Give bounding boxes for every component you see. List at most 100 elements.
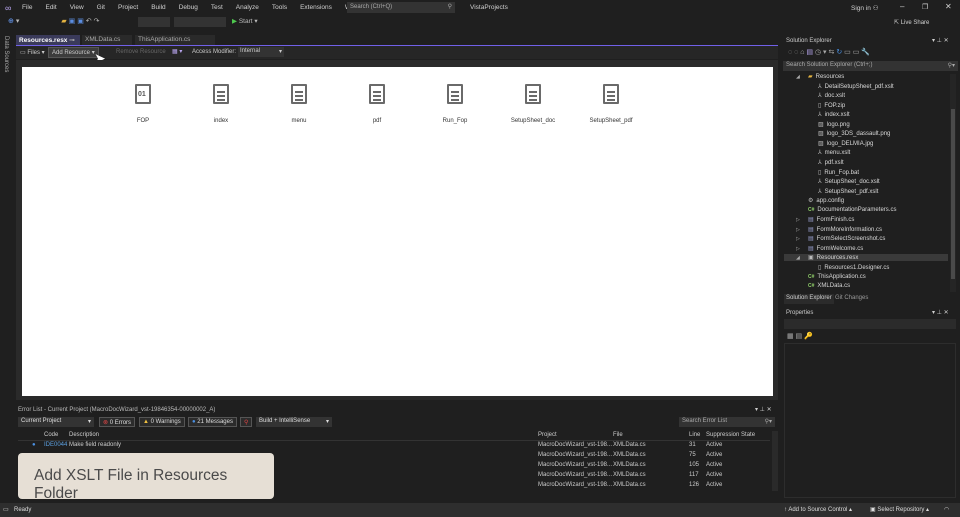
- column-code[interactable]: Code: [44, 432, 58, 438]
- resource-item[interactable]: SetupSheet_pdf: [581, 84, 641, 124]
- live-share-button[interactable]: ⇱ Live Share: [894, 19, 929, 26]
- collapse-arrow-icon[interactable]: ◢: [796, 255, 808, 261]
- select-repository-button[interactable]: ▣ Select Repository ▴: [870, 506, 929, 513]
- tree-item[interactable]: ⅄ pdf.xslt: [806, 159, 844, 166]
- error-code[interactable]: IDE0044: [44, 442, 67, 448]
- menu-project[interactable]: Project: [118, 4, 138, 11]
- tree-item[interactable]: ▷ ▤ FormMoreInformation.cs: [796, 226, 882, 233]
- scope-dropdown[interactable]: Current Project ▾: [18, 417, 94, 427]
- open-icon[interactable]: ▰: [61, 18, 66, 25]
- column-suppression[interactable]: Suppression State: [706, 432, 755, 438]
- expand-arrow-icon[interactable]: ▷: [796, 236, 808, 242]
- tab-thisapplication-cs[interactable]: ThisApplication.cs: [135, 35, 215, 45]
- column-line[interactable]: Line: [689, 432, 700, 438]
- error-list-scrollbar[interactable]: [772, 431, 778, 491]
- expand-arrow-icon[interactable]: ▷: [796, 217, 808, 223]
- solution-search-input[interactable]: Search Solution Explorer (Ctrl+;) ⚲▾: [783, 61, 958, 71]
- errors-filter-button[interactable]: ⊗ 0 Errors: [99, 417, 136, 427]
- properties-toolbar[interactable]: ▦ ▤ 🔑: [787, 332, 813, 340]
- menu-extensions[interactable]: Extensions: [300, 4, 332, 11]
- column-project[interactable]: Project: [538, 432, 557, 438]
- tab-git-changes[interactable]: Git Changes: [835, 295, 868, 301]
- tree-item[interactable]: ▷ ▤ FormWelcome.cs: [796, 245, 863, 252]
- column-description[interactable]: Description: [69, 432, 99, 438]
- tree-item[interactable]: ◢ ▰ Resources: [796, 73, 844, 80]
- build-filter-dropdown[interactable]: Build + IntelliSense ▾: [256, 417, 332, 427]
- config-dropdown[interactable]: [138, 17, 170, 27]
- tree-item[interactable]: ⅄ SetupSheet_doc.xslt: [806, 178, 880, 185]
- error-list-controls[interactable]: ▾ ⊥ ✕: [755, 406, 772, 413]
- pin-icon[interactable]: ⊸: [69, 37, 74, 44]
- menu-file[interactable]: File: [22, 4, 32, 11]
- tree-item[interactable]: ▨ logo_DELMIA.jpg: [806, 140, 873, 147]
- home-icon[interactable]: ⌂: [800, 49, 804, 56]
- menu-build[interactable]: Build: [151, 4, 165, 11]
- tree-item[interactable]: ⅄ doc.xslt: [806, 92, 845, 99]
- notifications-icon[interactable]: ◠: [944, 506, 949, 513]
- save-all-icon[interactable]: ▣: [77, 18, 84, 25]
- tree-item[interactable]: ⅄ index.xslt: [806, 111, 850, 118]
- collapse-arrow-icon[interactable]: ◢: [796, 74, 808, 80]
- filter-icon[interactable]: ⚲: [240, 417, 253, 427]
- properties-object-dropdown[interactable]: [784, 319, 956, 329]
- resource-item[interactable]: 01 FOP: [113, 84, 173, 124]
- column-file[interactable]: File: [613, 432, 623, 438]
- tree-item[interactable]: ▨ logo_3DS_dassault.png: [806, 130, 890, 137]
- tree-item[interactable]: ◢ ▣ Resources.resx: [784, 254, 948, 262]
- menu-edit[interactable]: Edit: [45, 4, 56, 11]
- undo-icon[interactable]: ↶: [86, 18, 92, 25]
- menu-test[interactable]: Test: [211, 4, 223, 11]
- error-row[interactable]: ● IDE0044 Make field readonly MacroDocWizar…: [18, 441, 770, 451]
- data-sources-tab[interactable]: Data Sources: [3, 36, 9, 72]
- menu-tools[interactable]: Tools: [272, 4, 287, 11]
- close-window-button[interactable]: ✕: [945, 2, 952, 11]
- tree-item[interactable]: ⚙ app.config: [796, 197, 844, 204]
- access-modifier-dropdown[interactable]: Internal ▾: [238, 47, 284, 57]
- tree-item[interactable]: C# ThisApplication.cs: [796, 274, 866, 280]
- tree-item[interactable]: ▯ Run_Fop.bat: [806, 169, 859, 176]
- tree-item[interactable]: ▯ Resources1.Designer.cs: [806, 264, 889, 271]
- refresh-icon[interactable]: ↻: [836, 49, 842, 56]
- add-resource-button[interactable]: Add Resource ▾: [48, 47, 99, 58]
- minimize-button[interactable]: –: [900, 2, 904, 11]
- tree-item[interactable]: C# XMLData.cs: [796, 283, 850, 289]
- tree-item[interactable]: C# DocumentationParameters.cs: [796, 207, 896, 213]
- add-to-source-control-button[interactable]: ↑ Add to Source Control ▴: [784, 506, 852, 513]
- tab-xmldata-cs[interactable]: XMLData.cs: [82, 35, 132, 45]
- view-dropdown[interactable]: ▦ ▾: [172, 48, 182, 55]
- warnings-filter-button[interactable]: ▲ 0 Warnings: [139, 417, 185, 427]
- properties-wrench-icon[interactable]: 🔧: [861, 49, 870, 56]
- messages-filter-button[interactable]: ● 21 Messages: [188, 417, 237, 427]
- tree-item[interactable]: ⅄ SetupSheet_pdf.xslt: [806, 188, 878, 195]
- tree-item[interactable]: ⅄ menu.xslt: [806, 149, 850, 156]
- solution-explorer-controls[interactable]: ▾ ⊥ ✕: [932, 37, 949, 44]
- menu-git[interactable]: Git: [97, 4, 105, 11]
- menu-analyze[interactable]: Analyze: [236, 4, 259, 11]
- remove-resource-button[interactable]: Remove Resource: [116, 49, 166, 55]
- tree-item[interactable]: ▨ logo.png: [806, 121, 850, 128]
- resource-item[interactable]: pdf: [347, 84, 407, 124]
- solution-explorer-scrollbar[interactable]: [950, 74, 956, 292]
- redo-icon[interactable]: ↷: [94, 18, 100, 25]
- properties-controls[interactable]: ▾ ⊥ ✕: [932, 309, 949, 316]
- menu-debug[interactable]: Debug: [179, 4, 198, 11]
- resource-item[interactable]: Run_Fop: [425, 84, 485, 124]
- resource-item[interactable]: SetupSheet_doc: [503, 84, 563, 124]
- files-dropdown[interactable]: ▭ Files ▾: [20, 49, 45, 56]
- tree-item[interactable]: ⅄ DetailSetupSheet_pdf.xslt: [806, 83, 894, 90]
- save-icon[interactable]: ▣: [69, 18, 76, 25]
- resource-item[interactable]: menu: [269, 84, 329, 124]
- tree-item[interactable]: ▷ ▤ FormFinish.cs: [796, 216, 854, 223]
- tree-item[interactable]: ▯ FOP.zip: [806, 102, 845, 109]
- expand-arrow-icon[interactable]: ▷: [796, 246, 808, 252]
- navigate-back-icon[interactable]: ⊕: [8, 18, 14, 25]
- resource-item[interactable]: index: [191, 84, 251, 124]
- error-search-input[interactable]: Search Error List ⚲▾: [679, 417, 775, 427]
- expand-arrow-icon[interactable]: ▷: [796, 227, 808, 233]
- tab-solution-explorer[interactable]: Solution Explorer: [784, 294, 834, 304]
- tab-resources-resx[interactable]: Resources.resx ⊸ ✕: [16, 35, 80, 52]
- sign-in-button[interactable]: Sign in ⚇: [851, 4, 879, 12]
- platform-dropdown[interactable]: [174, 17, 226, 27]
- maximize-button[interactable]: ❐: [922, 3, 928, 11]
- search-input[interactable]: Search (Ctrl+Q) ⚲: [347, 2, 455, 13]
